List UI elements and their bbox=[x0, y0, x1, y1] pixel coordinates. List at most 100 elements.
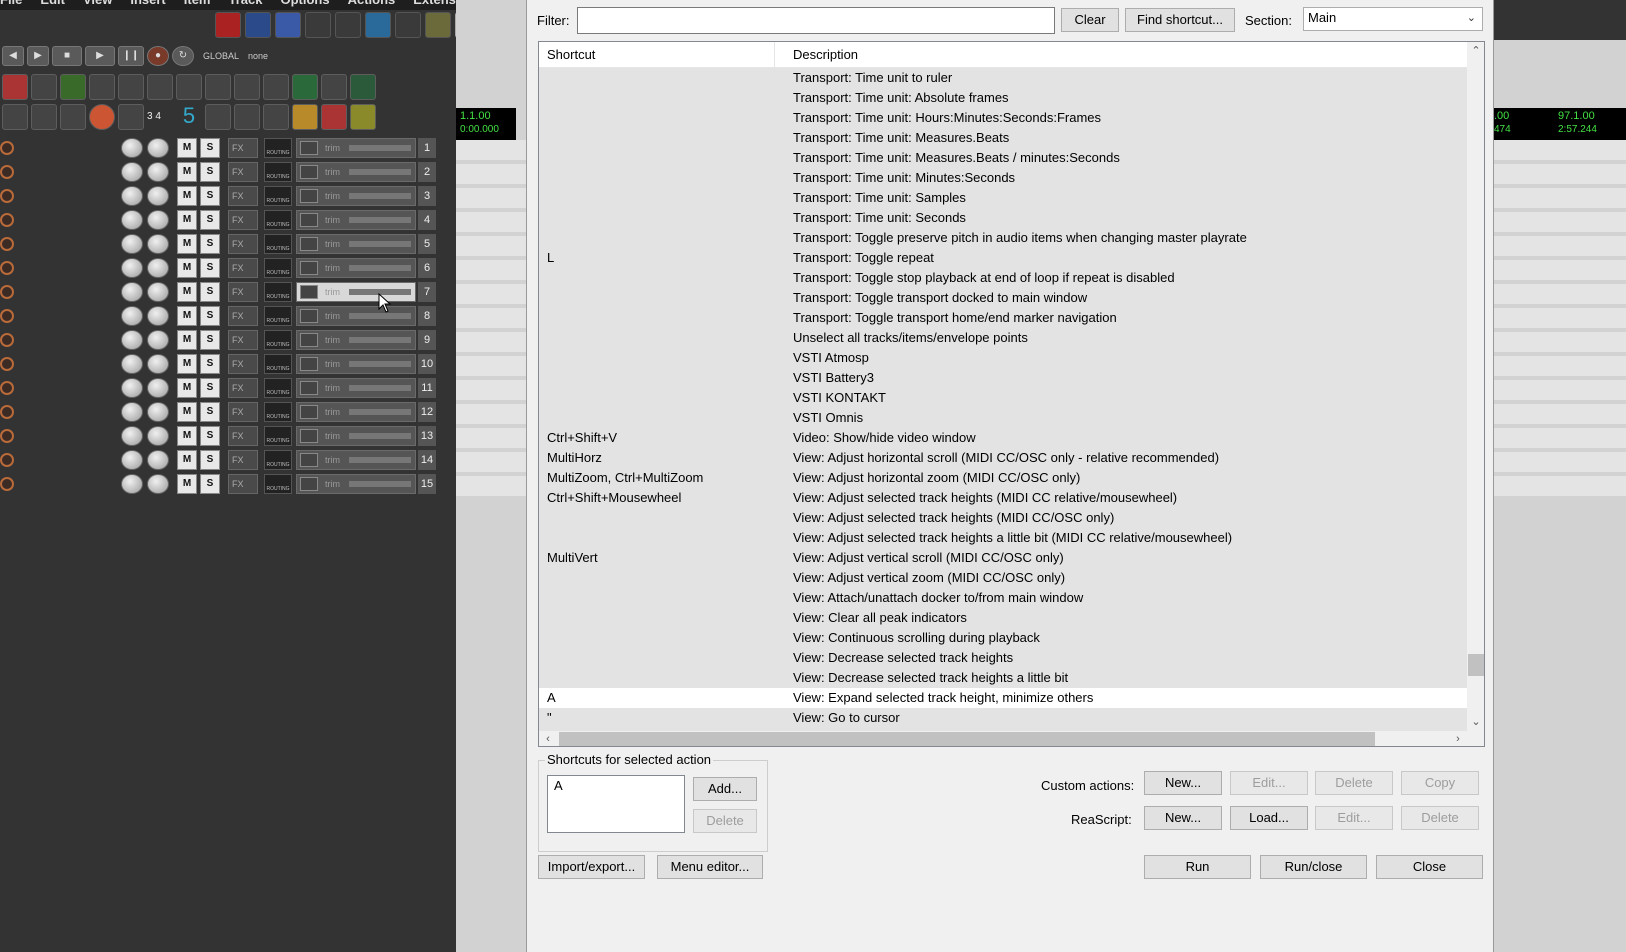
toolbar-icon[interactable]: 5 bbox=[176, 104, 202, 130]
solo-button[interactable]: S bbox=[200, 282, 220, 302]
menu-item[interactable]: Insert bbox=[130, 0, 165, 7]
record-arm-icon[interactable] bbox=[0, 237, 14, 251]
volume-knob[interactable] bbox=[121, 210, 143, 230]
action-row[interactable]: VSTI Omnis bbox=[539, 408, 1467, 428]
toolbar-icon[interactable] bbox=[2, 74, 28, 100]
fx-button[interactable]: FX bbox=[228, 162, 258, 182]
action-row[interactable]: " View: Go to cursor bbox=[539, 708, 1467, 728]
mute-button[interactable]: M bbox=[177, 402, 197, 422]
fx-bypass-icon[interactable] bbox=[118, 104, 144, 130]
pan-knob[interactable] bbox=[147, 474, 169, 494]
mute-button[interactable]: M bbox=[177, 450, 197, 470]
shortcut-list-item[interactable]: A bbox=[554, 778, 678, 793]
envelope-icon[interactable] bbox=[300, 165, 318, 179]
mute-button[interactable]: M bbox=[177, 210, 197, 230]
scrollbar-thumb[interactable] bbox=[559, 732, 1375, 746]
menu-item[interactable]: Edit bbox=[40, 0, 65, 7]
mute-button[interactable]: M bbox=[177, 354, 197, 374]
timesig-icon[interactable]: 3 4 bbox=[147, 104, 173, 130]
toolbar-icon[interactable] bbox=[31, 104, 57, 130]
pan-knob[interactable] bbox=[147, 330, 169, 350]
record-arm-icon[interactable] bbox=[0, 477, 14, 491]
routing-button[interactable]: ROUTING bbox=[264, 474, 292, 494]
custom-edit-button[interactable]: Edit... bbox=[1230, 771, 1308, 795]
envelope-panel[interactable]: trim bbox=[296, 234, 416, 254]
action-row[interactable]: Ctrl+Shift+V Video: Show/hide video windo… bbox=[539, 428, 1467, 448]
menu-editor-button[interactable]: Menu editor... bbox=[657, 855, 763, 879]
action-row[interactable]: View: Adjust vertical zoom (MIDI CC/OSC … bbox=[539, 568, 1467, 588]
envelope-icon[interactable] bbox=[300, 405, 318, 419]
action-row[interactable]: Transport: Toggle transport home/end mar… bbox=[539, 308, 1467, 328]
column-header-shortcut[interactable]: Shortcut bbox=[539, 42, 775, 68]
fx-button[interactable]: FX bbox=[228, 306, 258, 326]
envelope-icon[interactable] bbox=[300, 285, 318, 299]
mute-button[interactable]: M bbox=[177, 330, 197, 350]
volume-knob[interactable] bbox=[121, 282, 143, 302]
track-row[interactable]: M S FX ROUTING trim 14 bbox=[0, 448, 456, 472]
timeline-ruler-right[interactable]: .00 474 97.1.00 2:57.244 bbox=[1492, 108, 1626, 140]
track-row[interactable]: M S FX ROUTING trim 15 bbox=[0, 472, 456, 496]
fx-button[interactable]: FX bbox=[228, 138, 258, 158]
scroll-down-icon[interactable]: ⌄ bbox=[1467, 713, 1484, 731]
run-close-button[interactable]: Run/close bbox=[1260, 855, 1367, 879]
envelope-icon[interactable] bbox=[300, 333, 318, 347]
routing-button[interactable]: ROUTING bbox=[264, 258, 292, 278]
pan-knob[interactable] bbox=[147, 426, 169, 446]
routing-button[interactable]: ROUTING bbox=[264, 162, 292, 182]
menu-item[interactable]: View bbox=[83, 0, 112, 7]
toolbar-icon[interactable] bbox=[234, 104, 260, 130]
mute-button[interactable]: M bbox=[177, 282, 197, 302]
mute-button[interactable]: M bbox=[177, 138, 197, 158]
menu-item[interactable]: Actions bbox=[348, 0, 396, 7]
pan-knob[interactable] bbox=[147, 210, 169, 230]
reascript-load-button[interactable]: Load... bbox=[1230, 806, 1308, 830]
envelope-panel[interactable]: trim bbox=[296, 306, 416, 326]
mute-button[interactable]: M bbox=[177, 162, 197, 182]
envelope-panel[interactable]: trim bbox=[296, 402, 416, 422]
action-row[interactable]: View: Clear all peak indicators bbox=[539, 608, 1467, 628]
action-row[interactable]: Transport: Time unit: Hours:Minutes:Seco… bbox=[539, 108, 1467, 128]
fx-button[interactable]: FX bbox=[228, 186, 258, 206]
fx-button[interactable]: FX bbox=[228, 258, 258, 278]
track-row[interactable]: M S FX ROUTING trim 6 bbox=[0, 256, 456, 280]
volume-knob[interactable] bbox=[121, 330, 143, 350]
solo-button[interactable]: S bbox=[200, 234, 220, 254]
reascript-edit-button[interactable]: Edit... bbox=[1315, 806, 1393, 830]
reascript-delete-button[interactable]: Delete bbox=[1401, 806, 1479, 830]
toolbar-icon[interactable] bbox=[292, 104, 318, 130]
pan-knob[interactable] bbox=[147, 234, 169, 254]
routing-button[interactable]: ROUTING bbox=[264, 354, 292, 374]
envelope-panel[interactable]: trim bbox=[296, 282, 416, 302]
redo-icon[interactable] bbox=[118, 74, 144, 100]
envelope-panel[interactable]: trim bbox=[296, 378, 416, 398]
pan-knob[interactable] bbox=[147, 258, 169, 278]
toolbar-icon[interactable] bbox=[395, 12, 421, 38]
toolbar-icon[interactable] bbox=[263, 74, 289, 100]
toolbar-icon[interactable] bbox=[31, 74, 57, 100]
menu-item[interactable]: File bbox=[0, 0, 22, 7]
trim-fader[interactable] bbox=[349, 337, 411, 343]
timeline-ruler-left[interactable]: 1.1.00 0:00.000 bbox=[456, 108, 516, 140]
fx-button[interactable]: FX bbox=[228, 234, 258, 254]
solo-button[interactable]: S bbox=[200, 258, 220, 278]
envelope-panel[interactable]: trim bbox=[296, 474, 416, 494]
custom-delete-button[interactable]: Delete bbox=[1315, 771, 1393, 795]
track-row[interactable]: M S FX ROUTING trim 10 bbox=[0, 352, 456, 376]
volume-knob[interactable] bbox=[121, 402, 143, 422]
action-row[interactable]: MultiZoom, Ctrl+MultiZoom View: Adjust ho… bbox=[539, 468, 1467, 488]
toolbar-icon[interactable] bbox=[215, 12, 241, 38]
metronome-icon[interactable] bbox=[176, 74, 202, 100]
vertical-scrollbar[interactable]: ⌃ ⌄ bbox=[1467, 42, 1484, 731]
star-icon[interactable] bbox=[292, 74, 318, 100]
solo-button[interactable]: S bbox=[200, 210, 220, 230]
action-row[interactable]: Transport: Time unit: Seconds bbox=[539, 208, 1467, 228]
record-arm-icon[interactable] bbox=[0, 213, 14, 227]
track-row[interactable]: M S FX ROUTING trim 12 bbox=[0, 400, 456, 424]
track-row[interactable]: M S FX ROUTING trim 3 bbox=[0, 184, 456, 208]
fx-button[interactable]: FX bbox=[228, 330, 258, 350]
volume-knob[interactable] bbox=[121, 474, 143, 494]
pan-knob[interactable] bbox=[147, 138, 169, 158]
routing-button[interactable]: ROUTING bbox=[264, 210, 292, 230]
toolbar-icon[interactable] bbox=[335, 12, 361, 38]
envelope-icon[interactable] bbox=[300, 453, 318, 467]
